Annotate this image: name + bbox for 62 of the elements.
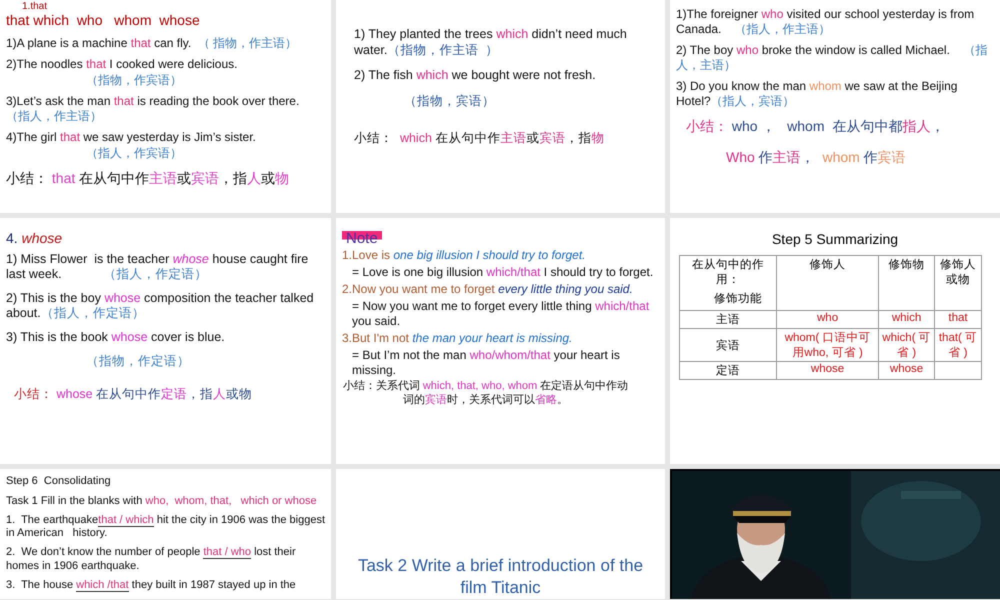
- slide-thumbnail[interactable]: [670, 0, 1000, 213]
- example-sentence: 1.Love is one big illusion I should try to forget.: [342, 248, 586, 263]
- example-sentence: 4)The girl that we saw yesterday is Jim’s sister.: [6, 130, 257, 144]
- slide-title: Step 5 Summarizing: [770, 231, 900, 247]
- slide-heading: that which who whom whose: [6, 12, 201, 30]
- table-header: 修饰人或物: [938, 258, 977, 287]
- slide-thumbnail[interactable]: [0, 0, 331, 213]
- table-cell: 定语: [680, 362, 776, 380]
- table-header: 修饰功能: [713, 292, 763, 306]
- example-sentence: 2) The fish which we bought were not fresh.: [354, 68, 597, 84]
- table-cell: who: [776, 310, 879, 328]
- table-cell: whom( 口语中可用who, 可省 ): [776, 328, 879, 362]
- example-sentence: 1)The foreigner who visited our school yesterday is from Canada. （指人，作主语）: [676, 7, 976, 37]
- example-sentence: 3. The house which /that they built in 1987 stayed up in the: [6, 578, 297, 592]
- example-sentence: 2)The noodles that I cooked were delicious.: [6, 56, 238, 72]
- annotation: （指人，作宾语）: [85, 146, 183, 160]
- example-sentence: = But I’m not the man who/whom/that your heart is missing.: [351, 348, 621, 378]
- slide-title: 1.that: [22, 1, 48, 12]
- example-sentence: Task 1 Fill in the blanks with who, whom, that, which or whose: [6, 494, 318, 508]
- example-sentence: 1) Miss Flower is the teacher whose house caught fire last week. （指人，作定语）: [6, 252, 310, 283]
- example-sentence: 3.But I'm not the man your heart is missing.: [342, 331, 574, 346]
- slide-heading: Step 6 Consolidating: [6, 475, 112, 489]
- example-sentence: 2. We don’t know the number of people that / who lost their homes in 1906 earthquake.: [6, 546, 297, 574]
- example-sentence: 2) The boy who broke the window is called Michael. （指人，主语）: [676, 43, 988, 73]
- summary-text: Who 作主语， whom 作宾语: [725, 148, 907, 166]
- summary-text: 小结： which 在从句中作主语或宾语，指物: [354, 130, 606, 146]
- example-sentence: 3) This is the book whose cover is blue.: [6, 330, 226, 346]
- slide-thumbnail[interactable]: [336, 218, 665, 464]
- summary-text: 小结： whose 在从句中作定语，指人或物: [13, 387, 254, 403]
- example-sentence: 3)Let’s ask the man that is reading the book over there. （指人，作主语）: [6, 94, 300, 124]
- example-sentence: 1) They planted the trees which didn’t need much water.（指物，作主语 ）: [354, 27, 628, 58]
- table-cell: which( 可省 ): [878, 328, 934, 362]
- slide-thumbnail[interactable]: 1) They planted the trees which didn’t need much water.（指物，作主语 ） 2) The fish which we bought were not fresh. （指物，宾语） 小结： which 在从句中作主语或宾语，指物: [336, 0, 665, 213]
- table-header: 在从句中的作用：: [691, 258, 765, 287]
- table-cell: which: [878, 310, 934, 328]
- example-sentence: 2.Now you want me to forget every little thing you said.: [342, 282, 634, 297]
- slide-heading: 4. whose: [6, 230, 64, 248]
- table-cell: 宾语: [680, 328, 776, 362]
- summary-text: 小结： who ， whom 在从句中都指人，: [685, 118, 946, 136]
- summary-text: 小结：关系代词 which, that, who, whom 在定语从句中作动词的宾语时，关系代词可以省略。: [342, 380, 630, 408]
- annotation: （指物，作宾语）: [85, 72, 183, 88]
- annotation: （指物，宾语）: [403, 94, 496, 110]
- example-sentence: = Love is one big illusion which/that I should try to forget.: [351, 265, 654, 280]
- example-sentence: 1)A plane is a machine that can fly. （ 指物，作主语）: [6, 36, 298, 50]
- table-cell: that: [934, 310, 982, 328]
- slide-thumbnail[interactable]: Task 2 Write a brief introduction of the film Titanic: [336, 469, 665, 599]
- table-header: 修饰人: [808, 258, 847, 272]
- table-header: 修饰物: [888, 258, 926, 272]
- summary-text: 小结： that 在从句中作主语或宾语，指人或物: [6, 170, 290, 187]
- example-sentence: = Now you want me to forget every little thing which/that you said.: [351, 299, 650, 329]
- example-sentence: 1. The earthquakethat / which hit the city in 1906 was the biggest in American history.: [6, 514, 325, 541]
- example-sentence: 2) This is the boy whose composition the teacher talked about.（指人，作定语）: [6, 290, 315, 322]
- table-cell: 主语: [680, 310, 776, 328]
- slide-thumbnail[interactable]: [0, 469, 331, 599]
- slide-title: Task 2 Write a brief introduction of the film Titanic: [356, 554, 644, 599]
- example-sentence: 3) Do you know the man whom we saw at the Beijing Hotel?（指人，宾语）: [676, 79, 958, 109]
- slide-thumbnail[interactable]: [0, 218, 331, 464]
- table-cell: whose: [776, 362, 879, 380]
- slide-thumbnail[interactable]: Step 5 Summarizing 在从句中的作用： 修饰功能 修饰人 修饰物 修饰人或物 主语 who which that 宾语 whom( 口语中可用who, 可省 ) which( 可省 ) that( 可省 ) 定语 whose whose: [670, 218, 1000, 464]
- annotation: （指物，作定语）: [85, 354, 191, 370]
- table-cell: that( 可省 ): [934, 328, 982, 362]
- table-cell: whose: [878, 362, 934, 380]
